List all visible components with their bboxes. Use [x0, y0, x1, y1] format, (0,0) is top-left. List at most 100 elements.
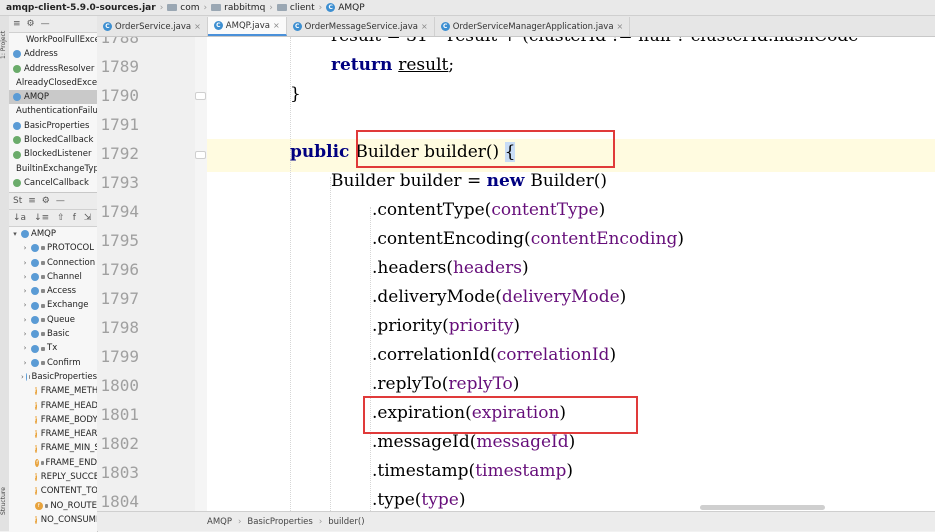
- editor-tab[interactable]: C OrderServiceManagerApplication.java ×: [435, 17, 631, 36]
- structure-root[interactable]: ▾ AMQP: [9, 227, 97, 241]
- layout-icon[interactable]: ≡: [13, 19, 21, 29]
- chevron-right-icon[interactable]: ›: [21, 270, 29, 284]
- show-fields-icon[interactable]: f: [73, 213, 76, 223]
- structure-fields: fFRAME_METHODfFRAME_HEADERfFRAME_BODYfFR…: [9, 384, 97, 527]
- breadcrumb-label: client: [289, 2, 315, 13]
- line-number: 1799: [100, 347, 139, 366]
- structure-field[interactable]: fFRAME_MIN_SIZE: [9, 441, 97, 455]
- gear-icon[interactable]: ⚙: [27, 19, 35, 29]
- chevron-right-icon[interactable]: ›: [21, 298, 29, 312]
- chevron-right-icon[interactable]: ›: [21, 313, 29, 327]
- structure-item[interactable]: › BasicProperties: [9, 370, 97, 384]
- editor-tab-bar: C OrderService.java × C AMQP.java × C OrderMess…: [97, 16, 935, 37]
- annotation-box-builder-method: [356, 130, 615, 168]
- project-tree-item[interactable]: BuiltinExchangeType: [9, 162, 97, 176]
- hide-panel-icon[interactable]: —: [41, 19, 50, 29]
- breadcrumb-segment[interactable]: com: [167, 3, 200, 13]
- structure-item[interactable]: › Channel: [9, 270, 97, 284]
- project-tree-label: Address: [24, 49, 58, 60]
- project-tree-item[interactable]: AMQP: [9, 90, 97, 105]
- structure-item[interactable]: › Access: [9, 284, 97, 298]
- close-icon[interactable]: ×: [421, 22, 428, 31]
- show-inherited-icon[interactable]: ⇧: [57, 213, 65, 223]
- project-tree-item[interactable]: WorkPoolFullException: [9, 33, 97, 47]
- code-token: ): [566, 461, 573, 481]
- structure-field[interactable]: fREPLY_SUCCESS: [9, 470, 97, 484]
- structure-field[interactable]: fNO_CONSUMERS: [9, 513, 97, 527]
- project-tree-item[interactable]: BlockedListener: [9, 147, 97, 161]
- project-tree-item[interactable]: BlockedCallback: [9, 133, 97, 147]
- code-token: .contentType(: [372, 200, 492, 220]
- structure-item[interactable]: › Confirm: [9, 356, 97, 370]
- close-icon[interactable]: ×: [617, 22, 624, 31]
- project-tree-item[interactable]: AlreadyClosedException: [9, 76, 97, 90]
- nav-breadcrumb-item[interactable]: builder(): [328, 517, 364, 527]
- nav-breadcrumb-item[interactable]: BasicProperties: [247, 517, 312, 527]
- project-tree-item[interactable]: AddressResolver: [9, 62, 97, 76]
- project-tree-item[interactable]: AuthenticationFailure: [9, 104, 97, 118]
- structure-item[interactable]: › Basic: [9, 327, 97, 341]
- breadcrumb-segment[interactable]: C AMQP: [326, 3, 365, 13]
- structure-item[interactable]: › Connection: [9, 256, 97, 270]
- project-tree-item[interactable]: Address: [9, 47, 97, 61]
- code-field-ref: timestamp: [475, 461, 567, 481]
- structure-item[interactable]: › Tx: [9, 341, 97, 355]
- project-tool-tab[interactable]: 1: Project: [0, 20, 9, 70]
- structure-item[interactable]: › Exchange: [9, 298, 97, 312]
- editor-tab[interactable]: C OrderService.java ×: [97, 17, 208, 36]
- structure-field[interactable]: fFRAME_METHOD: [9, 384, 97, 398]
- chevron-right-icon[interactable]: ›: [21, 256, 29, 270]
- horizontal-scrollbar[interactable]: [700, 505, 825, 510]
- editor-tab[interactable]: C OrderMessageService.java ×: [287, 17, 435, 36]
- code-token: .type(: [372, 490, 422, 510]
- close-icon[interactable]: ×: [194, 22, 201, 31]
- structure-field[interactable]: fFRAME_HEADER: [9, 399, 97, 413]
- code-editor[interactable]: result = 31 * result + (clusterId != nul…: [207, 37, 935, 511]
- chevron-down-icon[interactable]: ▾: [11, 227, 19, 241]
- structure-item[interactable]: › Queue: [9, 313, 97, 327]
- breadcrumb-label: rabbitmq: [224, 2, 266, 13]
- code-token: ): [512, 374, 520, 394]
- fold-marker[interactable]: [195, 92, 206, 100]
- nav-breadcrumb-item[interactable]: AMQP: [207, 517, 232, 527]
- structure-tool-tab[interactable]: Structure: [0, 476, 9, 526]
- static-marker-icon: [41, 275, 45, 280]
- sort-visibility-icon[interactable]: ↓≡: [34, 213, 49, 223]
- project-tree-item[interactable]: BasicProperties: [9, 119, 97, 133]
- breadcrumb-separator: ›: [159, 2, 164, 13]
- chevron-right-icon[interactable]: ›: [21, 370, 24, 384]
- fold-marker[interactable]: [195, 151, 206, 159]
- navigation-breadcrumb: amqp-client-5.9.0-sources.jar › com › rabbit…: [0, 0, 935, 16]
- gear-icon[interactable]: ⚙: [42, 196, 50, 206]
- structure-field[interactable]: fCONTENT_TOO_LARGE: [9, 484, 97, 498]
- code-line: .messageId(messageId): [372, 432, 575, 452]
- editor-tab[interactable]: C AMQP.java ×: [207, 17, 287, 36]
- breadcrumb-segment[interactable]: rabbitmq: [211, 3, 265, 13]
- class-icon: [31, 287, 39, 296]
- chevron-right-icon[interactable]: ›: [21, 356, 29, 370]
- structure-field[interactable]: f NO_ROUTE: [9, 499, 97, 513]
- code-line: Builder builder = new Builder(): [331, 171, 607, 191]
- line-number: 1801: [100, 405, 139, 424]
- static-marker-icon: [44, 503, 49, 508]
- close-icon[interactable]: ×: [273, 21, 280, 30]
- structure-field[interactable]: fFRAME_HEARTBEAT: [9, 427, 97, 441]
- expand-icon[interactable]: ⇲: [84, 213, 92, 223]
- breadcrumb-segment[interactable]: client: [276, 2, 315, 13]
- breadcrumb-segment[interactable]: amqp-client-5.9.0-sources.jar: [6, 3, 156, 13]
- structure-field[interactable]: f FRAME_END: [9, 456, 97, 470]
- sort-alpha-icon[interactable]: ↓a: [13, 213, 26, 223]
- chevron-right-icon[interactable]: ›: [21, 241, 29, 255]
- project-panel: ≡ ⚙ — WorkPoolFullException Address Addres…: [9, 16, 98, 192]
- hide-panel-icon[interactable]: —: [56, 196, 65, 206]
- chevron-right-icon[interactable]: ›: [21, 284, 29, 298]
- structure-item[interactable]: › PROTOCOL: [9, 241, 97, 255]
- project-tree-item[interactable]: CancelCallback: [9, 176, 97, 190]
- class-icon: C: [292, 22, 302, 31]
- chevron-right-icon[interactable]: ›: [21, 341, 29, 355]
- chevron-right-icon[interactable]: ›: [21, 327, 29, 341]
- structure-field[interactable]: f FRAME_BODY: [9, 413, 97, 427]
- structure-field-label: FRAME_BODY: [40, 414, 98, 425]
- structure-field-label: NO_CONSUMERS: [40, 514, 97, 525]
- sort-icon[interactable]: ≡: [28, 196, 36, 206]
